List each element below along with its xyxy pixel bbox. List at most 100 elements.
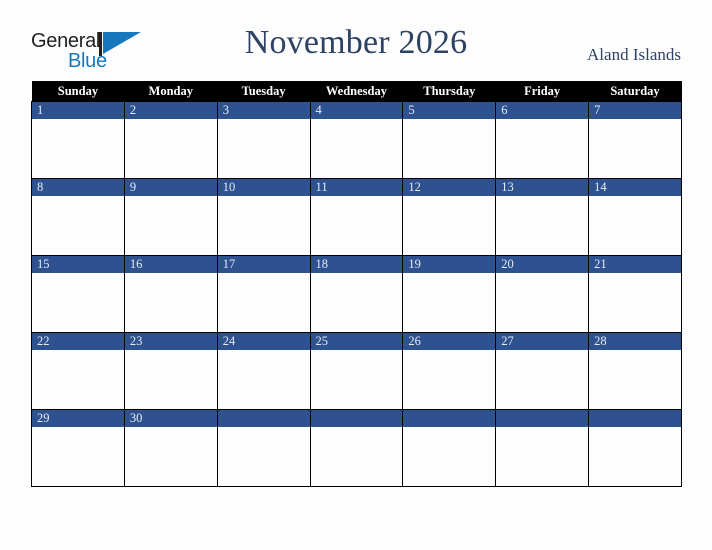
- day-events-area[interactable]: [589, 350, 681, 409]
- day-events-area[interactable]: [32, 196, 124, 255]
- day-events-area[interactable]: [310, 350, 403, 409]
- day-events-area[interactable]: [589, 196, 681, 255]
- day-events-area[interactable]: [217, 427, 310, 486]
- day-events-area[interactable]: [403, 427, 496, 486]
- day-number: 27: [496, 333, 589, 350]
- day-number: 25: [310, 333, 403, 350]
- day-cell[interactable]: 29: [31, 409, 125, 487]
- day-cell[interactable]: 3: [216, 101, 311, 179]
- day-cell[interactable]: 22: [31, 332, 125, 410]
- day-events-area[interactable]: [589, 273, 681, 332]
- day-cell[interactable]: 16: [123, 255, 218, 333]
- day-events-area[interactable]: [496, 273, 589, 332]
- day-cell[interactable]: 13: [495, 178, 590, 256]
- day-cell[interactable]: 11: [309, 178, 404, 256]
- day-cell-empty[interactable]: [495, 409, 590, 487]
- day-events-area[interactable]: [32, 119, 124, 178]
- day-cell[interactable]: 2: [123, 101, 218, 179]
- day-number: 28: [589, 333, 681, 350]
- day-events-area[interactable]: [217, 350, 310, 409]
- day-events-area[interactable]: [32, 427, 124, 486]
- day-cell[interactable]: 1: [31, 101, 125, 179]
- weekday-header-friday: Friday: [495, 81, 589, 102]
- day-events-area[interactable]: [310, 427, 403, 486]
- day-cell[interactable]: 6: [495, 101, 590, 179]
- day-cell[interactable]: 8: [31, 178, 125, 256]
- day-cell[interactable]: 25: [309, 332, 404, 410]
- day-cell[interactable]: 21: [588, 255, 682, 333]
- day-events-area[interactable]: [496, 350, 589, 409]
- day-events-area[interactable]: [217, 119, 310, 178]
- day-events-area[interactable]: [403, 196, 496, 255]
- day-cell-empty[interactable]: [216, 409, 311, 487]
- day-events-area[interactable]: [32, 273, 124, 332]
- day-number: 4: [310, 102, 403, 119]
- country-label: Aland Islands: [587, 45, 681, 64]
- day-number: 3: [217, 102, 310, 119]
- day-cell[interactable]: 5: [402, 101, 497, 179]
- day-number: 16: [124, 256, 217, 273]
- day-events-area[interactable]: [124, 119, 217, 178]
- day-events-area[interactable]: [310, 196, 403, 255]
- day-number: 9: [124, 179, 217, 196]
- day-cell[interactable]: 27: [495, 332, 590, 410]
- day-events-area[interactable]: [496, 119, 589, 178]
- day-events-area[interactable]: [589, 119, 681, 178]
- day-cell[interactable]: 17: [216, 255, 311, 333]
- day-events-area[interactable]: [496, 427, 589, 486]
- day-number: [496, 410, 589, 427]
- day-cell[interactable]: 4: [309, 101, 404, 179]
- day-cell[interactable]: 15: [31, 255, 125, 333]
- day-number: 14: [589, 179, 681, 196]
- calendar-week-row: 22 23 24 25 26 27 28: [31, 332, 682, 410]
- calendar-header-row-group: Sunday Monday Tuesday Wednesday Thursday…: [31, 81, 682, 102]
- day-number: [217, 410, 310, 427]
- day-number: [310, 410, 403, 427]
- day-events-area[interactable]: [124, 350, 217, 409]
- day-events-area[interactable]: [403, 273, 496, 332]
- day-number: 7: [589, 102, 681, 119]
- day-events-area[interactable]: [496, 196, 589, 255]
- day-events-area[interactable]: [217, 196, 310, 255]
- day-cell[interactable]: 23: [123, 332, 218, 410]
- day-cell[interactable]: 19: [402, 255, 497, 333]
- calendar-week-row: 1 2 3 4 5 6 7: [31, 101, 682, 179]
- day-events-area[interactable]: [32, 350, 124, 409]
- day-events-area[interactable]: [124, 427, 217, 486]
- day-number: 13: [496, 179, 589, 196]
- day-events-area[interactable]: [310, 119, 403, 178]
- page-header: General Blue November 2026 Aland Islands: [0, 0, 712, 81]
- day-events-area[interactable]: [217, 273, 310, 332]
- day-cell[interactable]: 20: [495, 255, 590, 333]
- day-cell[interactable]: 18: [309, 255, 404, 333]
- day-cell[interactable]: 14: [588, 178, 682, 256]
- day-cell-empty[interactable]: [588, 409, 682, 487]
- day-events-area[interactable]: [124, 273, 217, 332]
- day-events-area[interactable]: [310, 273, 403, 332]
- day-events-area[interactable]: [403, 119, 496, 178]
- day-number: [589, 410, 681, 427]
- day-number: 11: [310, 179, 403, 196]
- day-number: 22: [32, 333, 124, 350]
- day-number: 10: [217, 179, 310, 196]
- day-events-area[interactable]: [124, 196, 217, 255]
- day-cell-empty[interactable]: [402, 409, 497, 487]
- day-cell[interactable]: 12: [402, 178, 497, 256]
- day-number: 15: [32, 256, 124, 273]
- day-cell[interactable]: 10: [216, 178, 311, 256]
- day-cell[interactable]: 7: [588, 101, 682, 179]
- day-cell[interactable]: 26: [402, 332, 497, 410]
- day-cell-empty[interactable]: [309, 409, 404, 487]
- weekday-header-thursday: Thursday: [402, 81, 496, 102]
- weekday-header-row: Sunday Monday Tuesday Wednesday Thursday…: [31, 81, 682, 102]
- day-cell[interactable]: 28: [588, 332, 682, 410]
- weekday-header-wednesday: Wednesday: [310, 81, 403, 102]
- day-cell[interactable]: 24: [216, 332, 311, 410]
- day-number: 24: [217, 333, 310, 350]
- weekday-header-tuesday: Tuesday: [217, 81, 311, 102]
- day-events-area[interactable]: [589, 427, 681, 486]
- day-cell[interactable]: 30: [123, 409, 218, 487]
- day-cell[interactable]: 9: [123, 178, 218, 256]
- weekday-header-monday: Monday: [124, 81, 218, 102]
- day-events-area[interactable]: [403, 350, 496, 409]
